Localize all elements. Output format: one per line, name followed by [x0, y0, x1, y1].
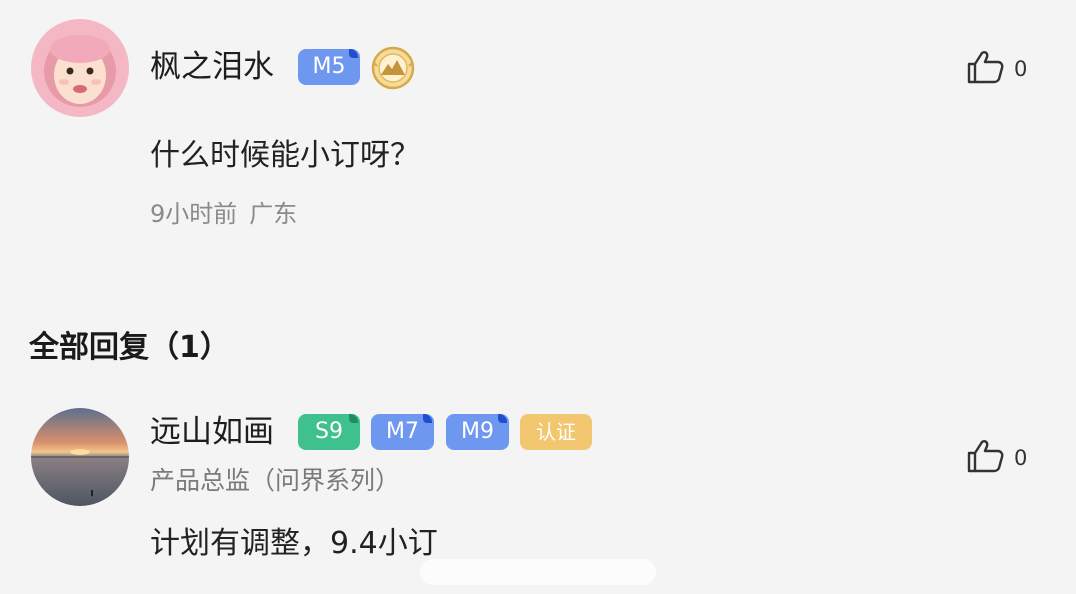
- like-button[interactable]: 0: [966, 49, 1027, 89]
- like-button[interactable]: 0: [966, 438, 1027, 478]
- level-badge: M5: [298, 49, 360, 85]
- verified-badge-label: 认证: [536, 420, 576, 444]
- thumbs-up-icon: [966, 438, 1004, 478]
- badge-corner: [498, 414, 507, 423]
- verified-badge: 认证: [520, 414, 592, 450]
- badge-corner: [423, 414, 432, 423]
- comment-location: 广东: [249, 200, 298, 228]
- avatar[interactable]: [31, 19, 129, 117]
- thumbs-up-icon: [966, 49, 1004, 89]
- like-count: 0: [1014, 446, 1028, 470]
- level-badge: M9: [446, 414, 509, 450]
- like-count: 0: [1014, 57, 1028, 81]
- user-role: 产品总监（问界系列）: [150, 466, 401, 495]
- avatar[interactable]: [31, 408, 129, 506]
- comment-time: 9小时前: [150, 200, 238, 228]
- level-badge-label: M5: [312, 54, 346, 79]
- reply-text: 计划有调整，9.4小订: [150, 526, 438, 561]
- s-level-badge-label: S9: [315, 419, 343, 444]
- comment-thread-page: 枫之泪水 M5 0 什么时候能小订呀？ 9小时前 广东 全部回复（1） 远山如画…: [0, 0, 1076, 594]
- comment-text: 什么时候能小订呀？: [150, 138, 420, 173]
- badge-corner: [349, 414, 358, 423]
- level-badge: M7: [371, 414, 434, 450]
- s-level-badge: S9: [298, 414, 360, 450]
- watermark-overlay: [420, 559, 656, 585]
- username[interactable]: 远山如画: [150, 412, 274, 452]
- username[interactable]: 枫之泪水: [150, 47, 274, 87]
- comment-meta: 9小时前 广东: [150, 198, 297, 230]
- replies-section-title: 全部回复（1）: [29, 330, 230, 365]
- badge-corner: [349, 49, 358, 58]
- mountain-medal-icon: [371, 46, 415, 90]
- level-badge-label: M7: [386, 419, 419, 444]
- level-badge-label: M9: [461, 419, 494, 444]
